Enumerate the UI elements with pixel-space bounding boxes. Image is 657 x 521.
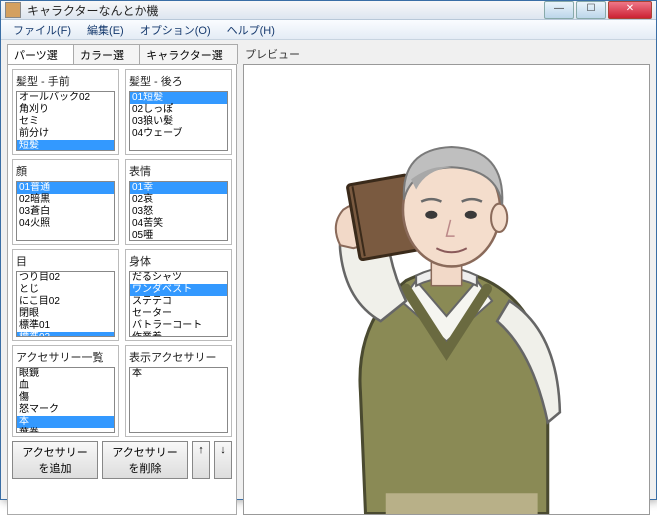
close-button[interactable]: ✕ (608, 1, 652, 19)
label-expression: 表情 (129, 163, 228, 179)
list-item[interactable]: とじ (17, 284, 114, 296)
titlebar: キャラクターなんとか機 — ☐ ✕ (1, 1, 656, 20)
label-eyes: 目 (16, 253, 115, 269)
list-item[interactable]: 03怒 (130, 206, 227, 218)
move-up-button[interactable]: ↑ (192, 441, 210, 479)
preview-area (243, 64, 650, 515)
listbox-expression[interactable]: 01幸02哀03怒04苦笑05唖06悪 (129, 181, 228, 241)
tab-body-parts: 髪型 - 手前 オールバック02角刈りセミ前分け短髪天パ 髪型 - 後ろ 01短… (7, 64, 237, 515)
maximize-button[interactable]: ☐ (576, 1, 606, 19)
label-accessory-shown: 表示アクセサリー (129, 349, 228, 365)
list-item[interactable]: 本 (130, 368, 227, 380)
list-item[interactable]: 標準02 (17, 332, 114, 337)
list-item[interactable]: ワンダベスト (130, 284, 227, 296)
list-item[interactable]: バトラーコート (130, 320, 227, 332)
group-hair-front: 髪型 - 手前 オールバック02角刈りセミ前分け短髪天パ (12, 69, 119, 155)
tab-chara[interactable]: キャラクター選択 (139, 44, 238, 64)
list-item[interactable]: 角刈り (17, 104, 114, 116)
list-item[interactable]: 03蒼白 (17, 206, 114, 218)
list-item[interactable]: 04ウェーブ (130, 128, 227, 140)
group-accessory-list: アクセサリー一覧 眼鏡血傷怒マーク本葉巻 (12, 345, 119, 437)
window-controls: — ☐ ✕ (542, 1, 652, 19)
menu-help[interactable]: ヘルプ(H) (219, 20, 283, 40)
group-face: 顔 01普通02暗黒03蒼白04火照 (12, 159, 119, 245)
listbox-hair-back[interactable]: 01短髪02しっぽ03狼い髪04ウェーブ (129, 91, 228, 151)
character-illustration (244, 65, 649, 514)
tab-color[interactable]: カラー選択 (73, 44, 140, 64)
menu-options[interactable]: オプション(O) (132, 20, 219, 40)
menu-edit[interactable]: 編集(E) (79, 20, 132, 40)
label-accessory-list: アクセサリー一覧 (16, 349, 115, 365)
list-item[interactable]: だるシャツ (130, 272, 227, 284)
left-panel: パーツ選択 カラー選択 キャラクター選択 髪型 - 手前 オールバック02角刈り… (7, 44, 237, 515)
list-item[interactable]: オールバック02 (17, 92, 114, 104)
list-item[interactable]: 血 (17, 380, 114, 392)
list-item[interactable]: 02哀 (130, 194, 227, 206)
minimize-button[interactable]: — (544, 1, 574, 19)
listbox-face[interactable]: 01普通02暗黒03蒼白04火照 (16, 181, 115, 241)
tabbar: パーツ選択 カラー選択 キャラクター選択 (7, 44, 237, 64)
list-item[interactable]: にこ目02 (17, 296, 114, 308)
menubar: ファイル(F) 編集(E) オプション(O) ヘルプ(H) (1, 20, 656, 40)
list-item[interactable]: 標準01 (17, 320, 114, 332)
window-title: キャラクターなんとか機 (27, 2, 542, 19)
listbox-hair-front[interactable]: オールバック02角刈りセミ前分け短髪天パ (16, 91, 115, 151)
group-eyes: 目 つり目02とじにこ目02閉眼標準01標準02 (12, 249, 119, 341)
group-accessory-shown: 表示アクセサリー 本 (125, 345, 232, 437)
delete-accessory-button[interactable]: アクセサリーを削除 (102, 441, 188, 479)
list-item[interactable]: 04火照 (17, 218, 114, 230)
listbox-accessory-shown[interactable]: 本 (129, 367, 228, 433)
list-item[interactable]: 前分け (17, 128, 114, 140)
list-item[interactable]: 01幸 (130, 182, 227, 194)
list-item[interactable]: 02しっぽ (130, 104, 227, 116)
app-icon (5, 2, 21, 18)
list-item[interactable]: 傷 (17, 392, 114, 404)
client-area: パーツ選択 カラー選択 キャラクター選択 髪型 - 手前 オールバック02角刈り… (1, 40, 656, 521)
list-item[interactable]: 01短髪 (130, 92, 227, 104)
list-item[interactable]: 閉眼 (17, 308, 114, 320)
label-hair-front: 髪型 - 手前 (16, 73, 115, 89)
list-item[interactable]: 怒マーク (17, 404, 114, 416)
listbox-accessory-list[interactable]: 眼鏡血傷怒マーク本葉巻 (16, 367, 115, 433)
list-item[interactable]: セーター (130, 308, 227, 320)
listbox-body[interactable]: だるシャツワンダベストステテコセーターバトラーコート作業着 (129, 271, 228, 337)
list-item[interactable]: 02暗黒 (17, 194, 114, 206)
move-down-button[interactable]: ↓ (214, 441, 232, 479)
group-hair-back: 髪型 - 後ろ 01短髪02しっぽ03狼い髪04ウェーブ (125, 69, 232, 155)
menu-file[interactable]: ファイル(F) (5, 20, 79, 40)
list-item[interactable]: つり目02 (17, 272, 114, 284)
group-expression: 表情 01幸02哀03怒04苦笑05唖06悪 (125, 159, 232, 245)
list-item[interactable]: 葉巻 (17, 428, 114, 433)
list-item[interactable]: 04苦笑 (130, 218, 227, 230)
preview-label: プレビュー (245, 46, 650, 62)
list-item[interactable]: 05唖 (130, 230, 227, 241)
list-item[interactable]: ステテコ (130, 296, 227, 308)
label-face: 顔 (16, 163, 115, 179)
list-item[interactable]: 作業着 (130, 332, 227, 337)
list-item[interactable]: 01普通 (17, 182, 114, 194)
listbox-eyes[interactable]: つり目02とじにこ目02閉眼標準01標準02 (16, 271, 115, 337)
list-item[interactable]: セミ (17, 116, 114, 128)
app-window: キャラクターなんとか機 — ☐ ✕ ファイル(F) 編集(E) オプション(O)… (0, 0, 657, 500)
list-item[interactable]: 眼鏡 (17, 368, 114, 380)
group-body: 身体 だるシャツワンダベストステテコセーターバトラーコート作業着 (125, 249, 232, 341)
list-item[interactable]: 03狼い髪 (130, 116, 227, 128)
list-item[interactable]: 本 (17, 416, 114, 428)
list-item[interactable]: 短髪 (17, 140, 114, 151)
preview-panel: プレビュー (243, 44, 650, 515)
label-body: 身体 (129, 253, 228, 269)
tab-parts[interactable]: パーツ選択 (7, 44, 74, 64)
add-accessory-button[interactable]: アクセサリーを追加 (12, 441, 98, 479)
label-hair-back: 髪型 - 後ろ (129, 73, 228, 89)
